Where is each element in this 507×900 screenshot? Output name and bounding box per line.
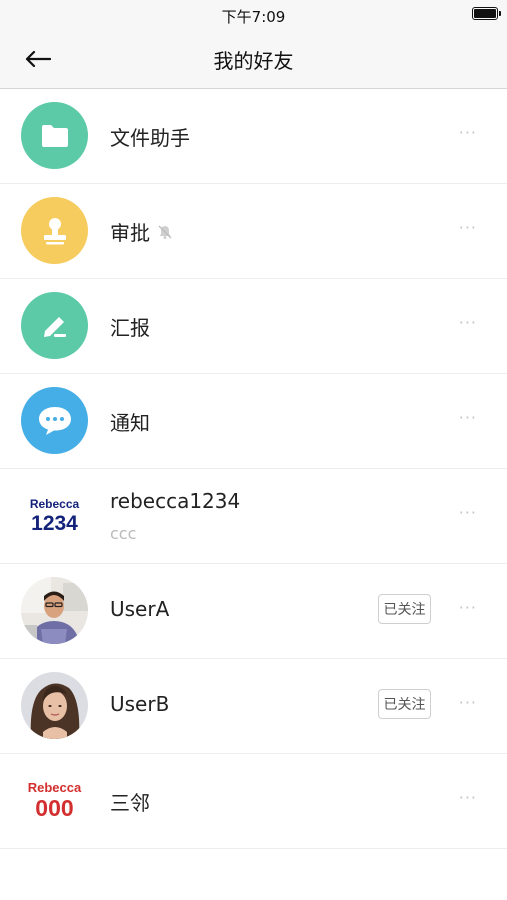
contact-list: 文件助手 ··· 审批 ··· 汇报 ··· 通知 ··· Rebecca 12…	[0, 89, 507, 849]
more-icon[interactable]: ···	[459, 598, 477, 617]
more-icon[interactable]: ···	[459, 218, 477, 237]
status-bar: 下午7:09	[0, 0, 507, 30]
more-icon[interactable]: ···	[459, 788, 477, 807]
logo-top-text: Rebecca	[29, 496, 80, 511]
contact-name: 文件助手	[110, 126, 190, 150]
list-item-file-assistant[interactable]: 文件助手 ···	[0, 89, 507, 184]
nav-bar: 我的好友	[0, 30, 507, 89]
man-photo-avatar	[21, 577, 88, 644]
status-time: 下午7:09	[221, 8, 286, 26]
list-item-report[interactable]: 汇报 ···	[0, 279, 507, 374]
list-item-rebecca1234[interactable]: Rebecca 1234 rebecca1234 ccc ···	[0, 469, 507, 564]
more-icon[interactable]: ···	[459, 693, 477, 712]
woman-photo-avatar	[21, 672, 88, 739]
rebecca-logo-avatar: Rebecca 000	[21, 767, 88, 834]
list-item-notice[interactable]: 通知 ···	[0, 374, 507, 469]
rebecca-logo-avatar: Rebecca 1234	[21, 482, 88, 549]
more-icon[interactable]: ···	[459, 408, 477, 427]
contact-name: UserA	[110, 597, 170, 621]
page-title: 我的好友	[213, 49, 294, 73]
edit-report-icon	[21, 292, 88, 359]
contact-name: 审批	[110, 221, 150, 245]
logo-bottom-text: 000	[35, 795, 74, 821]
contact-name-wrap: 审批	[110, 217, 174, 246]
folder-icon	[21, 102, 88, 169]
mute-bell-icon	[156, 223, 174, 241]
stamp-icon	[21, 197, 88, 264]
contact-name: rebecca1234	[110, 489, 241, 513]
more-icon[interactable]: ···	[459, 123, 477, 142]
contact-name: 三邻	[110, 791, 150, 815]
more-icon[interactable]: ···	[459, 313, 477, 332]
contact-name: 通知	[110, 411, 150, 435]
more-icon[interactable]: ···	[459, 503, 477, 522]
list-item-usera[interactable]: UserA 已关注 ···	[0, 564, 507, 659]
chat-bubble-icon	[21, 387, 88, 454]
logo-top-text: Rebecca	[27, 780, 82, 795]
battery-icon	[472, 7, 501, 20]
logo-bottom-text: 1234	[31, 511, 78, 535]
contact-name: 汇报	[110, 316, 150, 340]
followed-badge[interactable]: 已关注	[378, 689, 431, 719]
list-item-sanlin[interactable]: Rebecca 000 三邻 ···	[0, 754, 507, 849]
list-item-approval[interactable]: 审批 ···	[0, 184, 507, 279]
contact-name: UserB	[110, 692, 170, 716]
list-item-userb[interactable]: UserB 已关注 ···	[0, 659, 507, 754]
followed-badge[interactable]: 已关注	[378, 594, 431, 624]
contact-subtitle: ccc	[110, 524, 137, 543]
